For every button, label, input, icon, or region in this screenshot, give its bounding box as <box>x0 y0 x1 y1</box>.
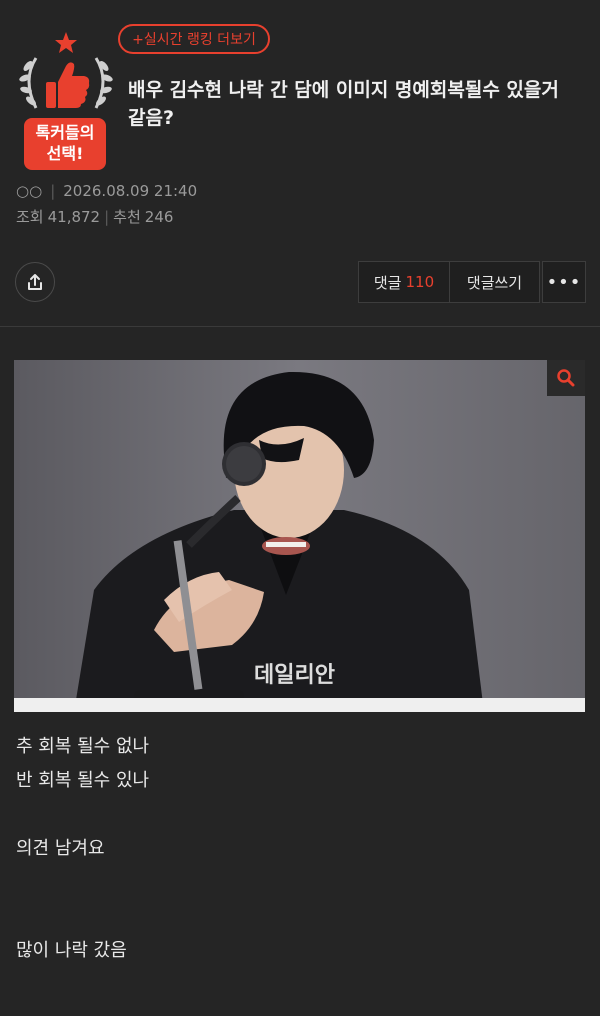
search-icon <box>557 369 575 387</box>
realtime-ranking-button[interactable]: +실시간 랭킹 더보기 <box>118 24 270 54</box>
badge-line-1: 톡커들의 <box>35 123 95 142</box>
share-button[interactable] <box>15 262 55 302</box>
post-body: 추 회복 될수 없나 반 회복 될수 있나 의견 남겨요 많이 나락 갔음 <box>16 730 149 968</box>
write-comment-button[interactable]: 댓글쓰기 <box>450 261 540 303</box>
post-action-buttons: 댓글 110 댓글쓰기 ••• <box>358 261 586 303</box>
talkers-choice-badge: 톡커들의 선택! <box>14 30 114 172</box>
meta-separator: | <box>50 182 56 200</box>
section-divider <box>0 326 600 327</box>
likes-label: 추천 <box>113 208 141 226</box>
post-title: 배우 김수현 나락 간 담에 이미지 명예회복될수 있을거 같음? <box>128 79 559 129</box>
post-meta-author-date: ○○ | 2026.08.09 21:40 <box>16 182 197 200</box>
views-label: 조회 <box>16 208 44 226</box>
thumbs-up-laurel-icon <box>19 32 113 109</box>
zoom-button[interactable] <box>547 360 585 396</box>
views-count: 41,872 <box>47 207 101 226</box>
comments-button[interactable]: 댓글 110 <box>358 261 450 303</box>
post-meta-stats: 조회 41,872 | 추천 246 <box>16 206 173 227</box>
press-conference-photo: 데일리안 <box>14 360 585 712</box>
body-line: 의견 남겨요 <box>16 838 105 859</box>
comments-count: 110 <box>405 273 435 291</box>
likes-count: 246 <box>144 207 174 226</box>
meta-separator: | <box>104 207 110 226</box>
body-line: 반 회복 될수 있나 <box>16 770 150 791</box>
badge-line-2: 선택! <box>46 144 84 163</box>
body-line: 많이 나락 갔음 <box>16 940 127 961</box>
author-name[interactable]: ○○ <box>16 182 42 200</box>
more-options-button[interactable]: ••• <box>542 261 586 303</box>
post-image[interactable]: 데일리안 <box>14 360 585 712</box>
share-icon <box>28 274 42 290</box>
badge-label: 톡커들의 선택! <box>24 118 106 170</box>
watermark-text: 데일리안 <box>254 663 335 688</box>
body-line: 추 회복 될수 없나 <box>16 736 150 757</box>
comments-label: 댓글 <box>373 273 402 292</box>
post-date: 2026.08.09 21:40 <box>63 182 198 200</box>
